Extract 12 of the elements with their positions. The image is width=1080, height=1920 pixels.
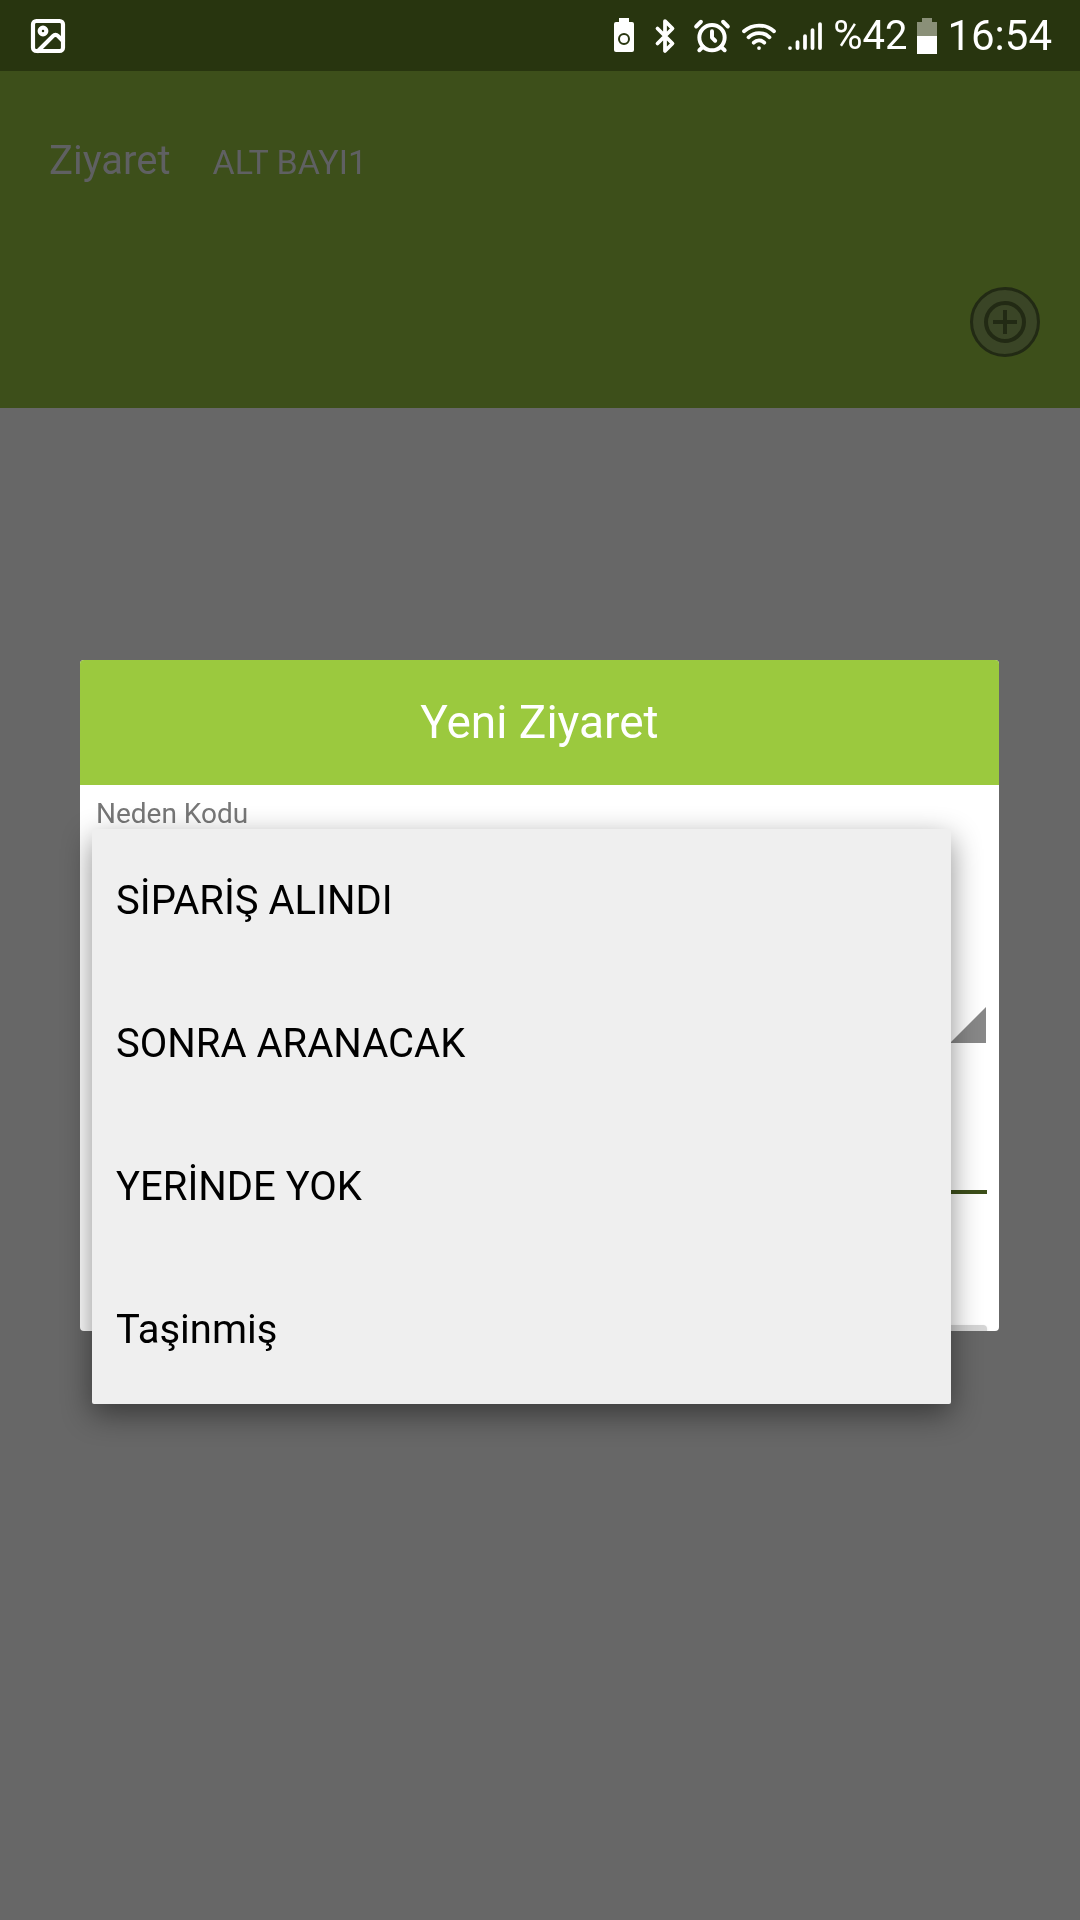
dropdown-option[interactable]: YERİNDE YOK: [92, 1115, 951, 1258]
dropdown-option[interactable]: SONRA ARANACAK: [92, 972, 951, 1115]
battery-percentage: %42: [833, 15, 908, 56]
spinner-arrow-icon: [950, 1007, 986, 1043]
field-label: Neden Kodu: [96, 796, 249, 832]
clock-time: 16:54: [947, 14, 1052, 57]
dropdown-option[interactable]: SİPARİŞ ALINDI: [92, 829, 951, 972]
dialog-title: Yeni Ziyaret: [420, 694, 659, 751]
app-title: Ziyaret: [49, 136, 171, 186]
dropdown-option[interactable]: Taşinmiş: [92, 1258, 951, 1401]
battery-icon: [917, 17, 938, 54]
app-subtitle: ALT BAYI1: [212, 141, 368, 184]
